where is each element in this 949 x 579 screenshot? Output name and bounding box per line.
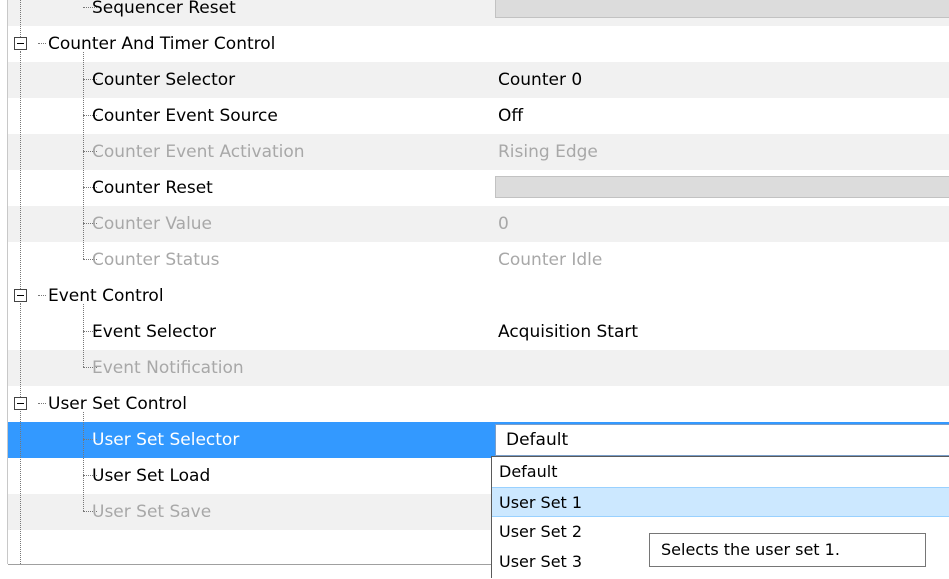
collapse-toggle-icon[interactable] <box>14 397 27 410</box>
property-value[interactable]: Counter 0 <box>498 62 582 98</box>
property-value[interactable]: Rising Edge <box>498 134 598 170</box>
tree-branch-line <box>83 52 84 259</box>
dropdown-option-user-set-1[interactable]: User Set 1 <box>492 487 949 517</box>
tree-root-line <box>20 51 21 289</box>
property-name: User Set Load <box>92 466 211 486</box>
property-name: User Set Selector <box>92 430 240 450</box>
property-name: Counter Status <box>92 250 220 270</box>
tooltip: Selects the user set 1. <box>649 533 926 567</box>
property-row-counter-event-source[interactable]: Counter Event Source Off <box>8 98 949 134</box>
property-row-event-selector[interactable]: Event Selector Acquisition Start <box>8 314 949 350</box>
dropdown-option-default[interactable]: Default <box>492 457 949 487</box>
property-value[interactable]: Acquisition Start <box>498 314 638 350</box>
property-row-counter-value[interactable]: Counter Value 0 <box>8 206 949 242</box>
category-counter-and-timer-control[interactable]: Counter And Timer Control <box>8 26 949 62</box>
property-value[interactable]: Counter Idle <box>498 242 602 278</box>
property-name: Counter Event Activation <box>92 142 305 162</box>
property-name: Counter Value <box>92 214 213 234</box>
category-label: User Set Control <box>48 394 187 414</box>
tree-root-line <box>20 0 21 37</box>
property-row-counter-event-activation[interactable]: Counter Event Activation Rising Edge <box>8 134 949 170</box>
property-value[interactable]: 0 <box>498 206 509 242</box>
property-name: Counter Selector <box>92 70 236 90</box>
category-event-control[interactable]: Event Control <box>8 278 949 314</box>
tree-branch-line <box>83 304 84 367</box>
grid-bottom-border <box>8 564 491 579</box>
tree-root-line <box>20 411 21 564</box>
tree-root-line <box>20 303 21 397</box>
tree-connector <box>38 43 46 44</box>
property-value[interactable]: Off <box>498 98 523 134</box>
property-name: Event Notification <box>92 358 244 378</box>
counter-reset-button[interactable] <box>495 176 949 198</box>
sequencer-reset-button[interactable] <box>495 0 949 18</box>
tree-branch-line <box>83 412 84 511</box>
property-row-counter-selector[interactable]: Counter Selector Counter 0 <box>8 62 949 98</box>
property-row-user-set-selector[interactable]: User Set Selector Default <box>8 422 949 458</box>
property-name: User Set Save <box>92 502 212 522</box>
property-name: Sequencer Reset <box>92 0 236 18</box>
property-row-sequencer-reset[interactable]: Sequencer Reset <box>8 0 949 26</box>
category-label: Event Control <box>48 286 164 306</box>
tree-connector <box>38 295 46 296</box>
property-name: Counter Event Source <box>92 106 278 126</box>
property-row-event-notification[interactable]: Event Notification <box>8 350 949 386</box>
property-row-counter-status[interactable]: Counter Status Counter Idle <box>8 242 949 278</box>
property-name: Counter Reset <box>92 178 213 198</box>
collapse-toggle-icon[interactable] <box>14 289 27 302</box>
property-row-counter-reset[interactable]: Counter Reset <box>8 170 949 206</box>
combobox-value: Default <box>506 430 569 450</box>
category-user-set-control[interactable]: User Set Control <box>8 386 949 422</box>
tree-connector <box>38 403 46 404</box>
property-name: Event Selector <box>92 322 216 342</box>
collapse-toggle-icon[interactable] <box>14 37 27 50</box>
